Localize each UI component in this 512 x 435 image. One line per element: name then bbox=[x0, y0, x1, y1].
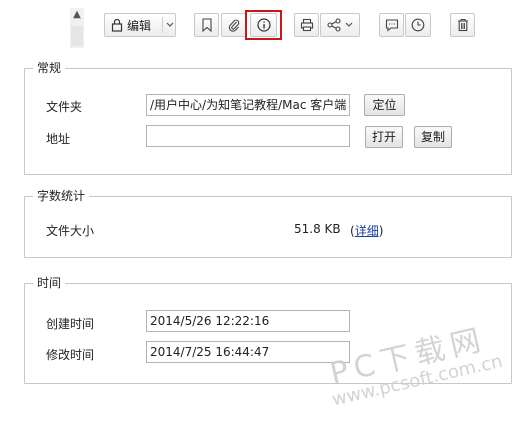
folder-field[interactable]: /用户中心/为知笔记教程/Mac 客户端 bbox=[146, 94, 350, 116]
clock-icon bbox=[411, 18, 425, 32]
address-label: 地址 bbox=[46, 132, 71, 146]
created-time-field[interactable]: 2014/5/26 12:22:16 bbox=[146, 310, 350, 332]
lock-icon bbox=[111, 18, 123, 32]
bookmark-icon bbox=[201, 18, 212, 32]
print-button[interactable] bbox=[294, 13, 319, 37]
created-time-label: 创建时间 bbox=[46, 317, 95, 331]
divider bbox=[162, 17, 163, 33]
locate-button[interactable]: 定位 bbox=[364, 94, 405, 116]
time-section-title: 时间 bbox=[33, 275, 66, 291]
info-button-highlight bbox=[245, 10, 282, 40]
modified-time-field[interactable]: 2014/7/25 16:44:47 bbox=[146, 341, 350, 363]
comment-button[interactable] bbox=[379, 13, 404, 37]
share-button[interactable] bbox=[320, 13, 360, 37]
general-section-title: 常规 bbox=[33, 60, 66, 76]
open-button[interactable]: 打开 bbox=[365, 126, 403, 148]
scroll-up-icon[interactable]: ▲ bbox=[70, 8, 84, 22]
chevron-down-icon[interactable] bbox=[165, 16, 175, 34]
details-link[interactable]: 详细 bbox=[355, 224, 379, 238]
scroll-thumb[interactable] bbox=[71, 26, 83, 46]
details-link-wrapper: (详细) bbox=[350, 222, 383, 239]
folder-label: 文件夹 bbox=[46, 100, 83, 114]
copy-button[interactable]: 复制 bbox=[414, 126, 452, 148]
history-button[interactable] bbox=[405, 13, 431, 37]
comment-icon bbox=[385, 19, 398, 32]
trash-icon bbox=[457, 18, 468, 32]
bookmark-button[interactable] bbox=[194, 13, 219, 37]
attachment-button[interactable] bbox=[221, 13, 246, 37]
delete-button[interactable] bbox=[450, 13, 475, 37]
details-paren-close: ) bbox=[378, 224, 384, 238]
paperclip-icon bbox=[228, 19, 239, 32]
modified-time-label: 修改时间 bbox=[46, 348, 95, 362]
word-count-section: 字数统计 bbox=[24, 188, 512, 258]
share-icon bbox=[326, 18, 341, 32]
print-icon bbox=[300, 18, 313, 32]
file-size-value: 51.8 KB bbox=[294, 222, 341, 236]
file-size-label: 文件大小 bbox=[46, 224, 95, 238]
word-count-section-title: 字数统计 bbox=[33, 188, 90, 204]
address-field[interactable] bbox=[146, 125, 350, 147]
edit-button[interactable]: 编辑 bbox=[104, 13, 176, 37]
chevron-down-icon bbox=[345, 22, 352, 27]
edit-button-label: 编辑 bbox=[127, 18, 152, 33]
general-section: 常规 bbox=[24, 60, 512, 175]
